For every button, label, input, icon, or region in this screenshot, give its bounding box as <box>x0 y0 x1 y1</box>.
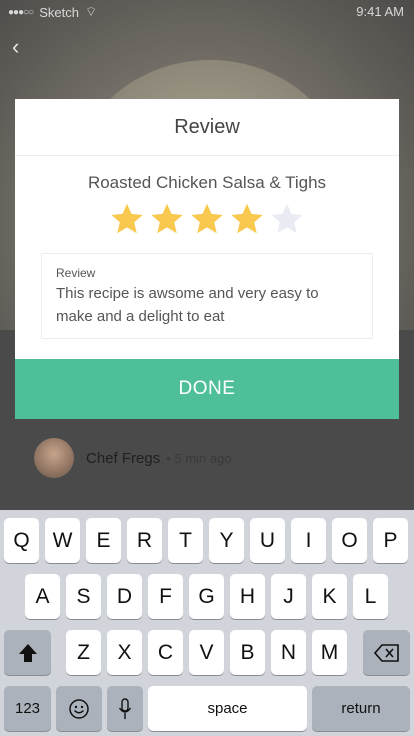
key-d[interactable]: D <box>107 574 142 619</box>
backspace-icon <box>373 643 399 662</box>
review-modal: Review Roasted Chicken Salsa & Tighs Rev… <box>15 99 399 419</box>
space-key[interactable]: space <box>148 686 307 731</box>
signal-icon: ●●●○○ <box>8 6 34 18</box>
key-p[interactable]: P <box>373 518 408 563</box>
done-button[interactable]: DONE <box>15 359 399 419</box>
modal-title: Review <box>15 99 399 156</box>
key-q[interactable]: Q <box>4 518 39 563</box>
star-icon[interactable] <box>149 201 185 237</box>
key-r[interactable]: R <box>127 518 162 563</box>
backspace-key[interactable] <box>363 630 410 675</box>
key-g[interactable]: G <box>189 574 224 619</box>
clock: 9:41 AM <box>356 4 404 19</box>
key-c[interactable]: C <box>148 630 183 675</box>
chef-name[interactable]: Chef Fregs <box>86 450 160 467</box>
avatar[interactable] <box>34 438 74 478</box>
key-u[interactable]: U <box>250 518 285 563</box>
star-icon[interactable] <box>229 201 265 237</box>
key-e[interactable]: E <box>86 518 121 563</box>
star-icon[interactable] <box>189 201 225 237</box>
review-label: Review <box>56 266 96 280</box>
key-a[interactable]: A <box>25 574 60 619</box>
key-o[interactable]: O <box>332 518 367 563</box>
shift-icon <box>18 643 37 662</box>
review-field[interactable]: Review This recipe is awsome and very ea… <box>41 253 373 339</box>
key-w[interactable]: W <box>45 518 80 563</box>
star-icon[interactable] <box>269 201 305 237</box>
return-key[interactable]: return <box>312 686 410 731</box>
key-v[interactable]: V <box>189 630 224 675</box>
key-n[interactable]: N <box>271 630 306 675</box>
key-j[interactable]: J <box>271 574 306 619</box>
shift-key[interactable] <box>4 630 51 675</box>
key-i[interactable]: I <box>291 518 326 563</box>
emoji-key[interactable] <box>56 686 102 731</box>
key-s[interactable]: S <box>66 574 101 619</box>
star-rating[interactable] <box>15 199 399 239</box>
emoji-icon <box>69 698 89 719</box>
key-t[interactable]: T <box>168 518 203 563</box>
review-text[interactable]: This recipe is awsome and very easy to m… <box>56 282 358 328</box>
status-bar: ●●●○○ Sketch ⌔ 9:41 AM <box>0 0 414 22</box>
wifi-icon: ⌔ <box>84 4 98 19</box>
key-z[interactable]: Z <box>66 630 101 675</box>
chef-meta: • 5 min ago <box>166 450 232 466</box>
dictation-key[interactable] <box>107 686 143 731</box>
key-k[interactable]: K <box>312 574 347 619</box>
numbers-key[interactable]: 123 <box>4 686 51 731</box>
key-h[interactable]: H <box>230 574 265 619</box>
carrier-label: Sketch <box>39 4 79 20</box>
chef-row: Chef Fregs • 5 min ago <box>34 438 231 478</box>
key-y[interactable]: Y <box>209 518 244 563</box>
key-b[interactable]: B <box>230 630 265 675</box>
recipe-name: Roasted Chicken Salsa & Tighs <box>87 173 327 192</box>
key-m[interactable]: M <box>312 630 347 675</box>
keyboard: QWERTYUIOP ASDFGHJKL ZXCVBNM 123 space r… <box>0 510 414 736</box>
microphone-icon <box>118 697 132 719</box>
key-l[interactable]: L <box>353 574 388 619</box>
key-x[interactable]: X <box>107 630 142 675</box>
star-icon[interactable] <box>109 201 145 237</box>
key-f[interactable]: F <box>148 574 183 619</box>
back-arrow-icon[interactable]: ‹ <box>12 34 36 59</box>
